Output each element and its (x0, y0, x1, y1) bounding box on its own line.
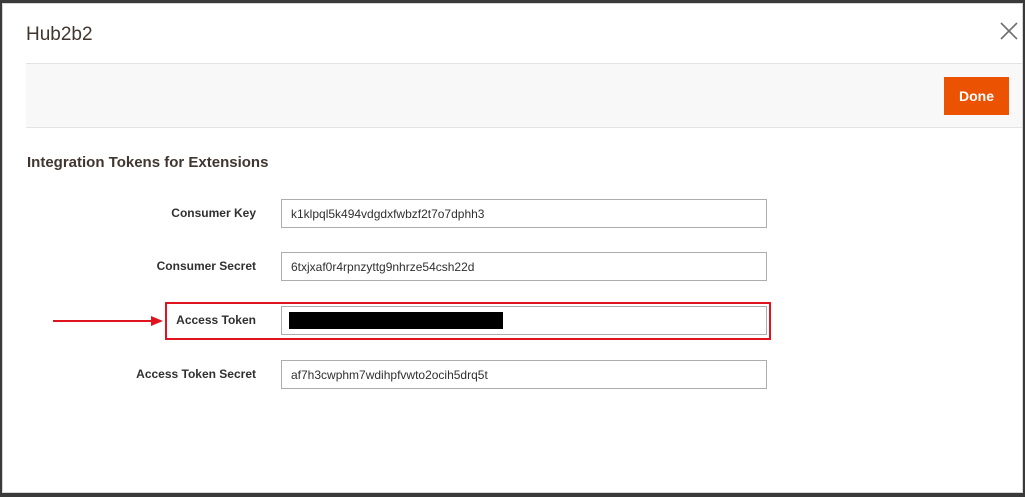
consumer-secret-input[interactable] (281, 252, 767, 281)
consumer-secret-row: Consumer Secret (3, 252, 1024, 281)
consumer-key-label: Consumer Key (171, 206, 256, 220)
close-button[interactable] (998, 19, 1020, 43)
section-title: Integration Tokens for Extensions (27, 154, 269, 171)
page-actions-bar: Done (26, 63, 1022, 128)
arrow-right-icon (53, 316, 163, 326)
access-token-secret-input[interactable] (281, 360, 767, 389)
done-button[interactable]: Done (944, 77, 1009, 115)
access-token-secret-label: Access Token Secret (136, 367, 256, 381)
close-icon (1000, 22, 1018, 40)
consumer-key-input[interactable] (281, 199, 767, 228)
consumer-secret-label: Consumer Secret (156, 259, 256, 273)
modal-title: Hub2b2 (26, 24, 93, 45)
access-token-highlight (165, 302, 771, 340)
consumer-key-row: Consumer Key (3, 199, 1024, 228)
integration-modal: Hub2b2 Done Integration Tokens for Exten… (2, 3, 1023, 493)
access-token-secret-row: Access Token Secret (3, 360, 1024, 389)
